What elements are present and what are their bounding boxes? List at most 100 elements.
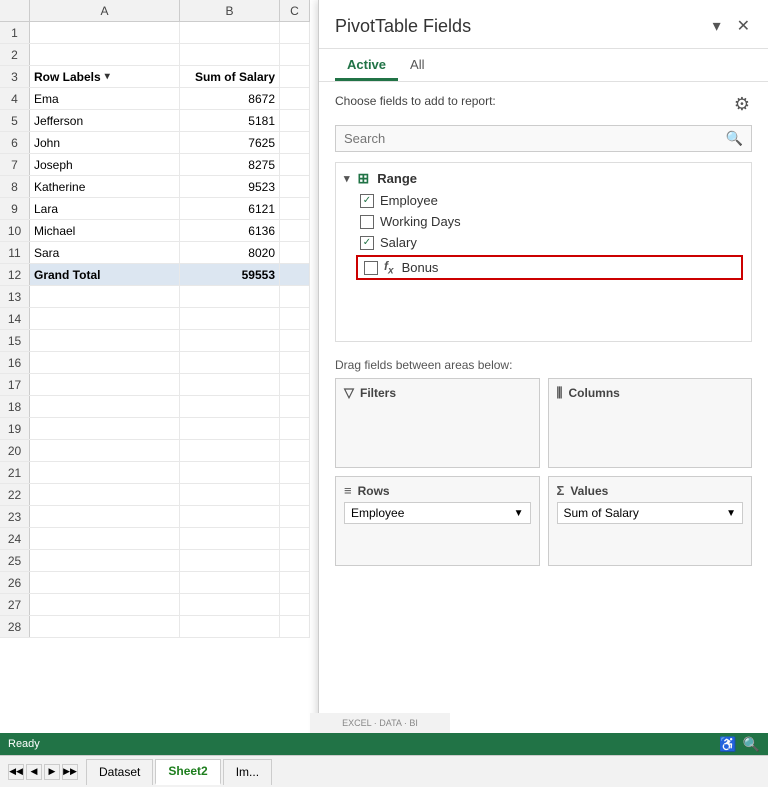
field-label-bonus: Bonus: [402, 260, 439, 275]
cell-a[interactable]: [30, 330, 180, 351]
pivot-settings-button[interactable]: ⚙: [732, 92, 752, 117]
cell-b[interactable]: [180, 308, 280, 329]
cell-b[interactable]: [180, 484, 280, 505]
field-employee[interactable]: ✓ Employee: [336, 190, 751, 211]
cell-c: [280, 594, 310, 615]
cell-b[interactable]: 8020: [180, 242, 280, 263]
cell-b[interactable]: Sum of Salary: [180, 66, 280, 87]
tab-dataset[interactable]: Dataset: [86, 759, 153, 785]
spreadsheet: A B C 123Row Labels ▾Sum of Salary4Ema86…: [0, 0, 310, 787]
cell-b[interactable]: 8275: [180, 154, 280, 175]
drag-grid: ▽ Filters ⫼ Columns ≡ Rows Employee: [335, 378, 752, 566]
cell-b[interactable]: [180, 462, 280, 483]
cell-a[interactable]: [30, 396, 180, 417]
cell-b[interactable]: [180, 594, 280, 615]
cell-b[interactable]: 6121: [180, 198, 280, 219]
checkbox-bonus[interactable]: [364, 261, 378, 275]
status-icons: ♿ 🔍: [719, 736, 760, 753]
table-row: 6John7625: [0, 132, 310, 154]
tab-all[interactable]: All: [398, 49, 436, 81]
cell-b[interactable]: 5181: [180, 110, 280, 131]
cell-a[interactable]: [30, 352, 180, 373]
cell-a[interactable]: Katherine: [30, 176, 180, 197]
cell-a[interactable]: John: [30, 132, 180, 153]
nav-prev[interactable]: ◀: [26, 764, 42, 780]
field-working-days[interactable]: Working Days: [336, 211, 751, 232]
cell-a[interactable]: [30, 594, 180, 615]
pivot-collapse-button[interactable]: ▾: [711, 14, 723, 38]
range-expand-icon[interactable]: ▾: [344, 172, 350, 185]
values-dropdown[interactable]: Sum of Salary ▼: [557, 502, 744, 524]
cell-a[interactable]: [30, 374, 180, 395]
rows-dropdown[interactable]: Employee ▼: [344, 502, 531, 524]
tab-im[interactable]: Im...: [223, 759, 272, 785]
cell-a[interactable]: [30, 528, 180, 549]
cell-b[interactable]: [180, 352, 280, 373]
pivot-field-list[interactable]: ▾ ⊞ Range ✓ Employee Working Days ✓ Sala…: [335, 162, 752, 342]
cell-b[interactable]: [180, 528, 280, 549]
drag-box-rows[interactable]: ≡ Rows Employee ▼: [335, 476, 540, 566]
cell-c: [280, 264, 310, 285]
cell-a[interactable]: Michael: [30, 220, 180, 241]
nav-next[interactable]: ▶: [44, 764, 60, 780]
cell-a[interactable]: Jefferson: [30, 110, 180, 131]
cell-b[interactable]: [180, 572, 280, 593]
cell-a[interactable]: [30, 550, 180, 571]
cell-b[interactable]: [180, 374, 280, 395]
cell-a[interactable]: [30, 484, 180, 505]
checkbox-employee[interactable]: ✓: [360, 194, 374, 208]
cell-b[interactable]: 59553: [180, 264, 280, 285]
cell-b[interactable]: [180, 22, 280, 43]
cell-a[interactable]: [30, 462, 180, 483]
cell-b[interactable]: 7625: [180, 132, 280, 153]
cell-b[interactable]: [180, 396, 280, 417]
table-row: 3Row Labels ▾Sum of Salary: [0, 66, 310, 88]
cell-a[interactable]: Joseph: [30, 154, 180, 175]
cell-a[interactable]: [30, 616, 180, 637]
field-salary[interactable]: ✓ Salary: [336, 232, 751, 253]
tab-sheet2[interactable]: Sheet2: [155, 759, 220, 785]
row-number: 26: [0, 572, 30, 593]
cell-b[interactable]: [180, 506, 280, 527]
cell-a[interactable]: Sara: [30, 242, 180, 263]
cell-a[interactable]: Ema: [30, 88, 180, 109]
cell-a[interactable]: [30, 506, 180, 527]
pivot-search-input[interactable]: [344, 131, 726, 146]
pivot-search-bar[interactable]: 🔍: [335, 125, 752, 152]
cell-b[interactable]: 6136: [180, 220, 280, 241]
cell-b[interactable]: [180, 440, 280, 461]
cell-a[interactable]: [30, 44, 180, 65]
table-row: 20: [0, 440, 310, 462]
cell-a[interactable]: [30, 22, 180, 43]
tab-active[interactable]: Active: [335, 49, 398, 81]
nav-first[interactable]: ◀◀: [8, 764, 24, 780]
drag-box-columns[interactable]: ⫼ Columns: [548, 378, 753, 468]
nav-last[interactable]: ▶▶: [62, 764, 78, 780]
pivot-close-button[interactable]: ✕: [735, 14, 752, 38]
cell-b[interactable]: [180, 550, 280, 571]
row-labels-dropdown[interactable]: ▾: [105, 71, 110, 82]
checkbox-working-days[interactable]: [360, 215, 374, 229]
cell-a[interactable]: [30, 308, 180, 329]
sheet-nav-arrows: ◀◀ ◀ ▶ ▶▶: [8, 764, 78, 780]
drag-box-filters[interactable]: ▽ Filters: [335, 378, 540, 468]
cell-a[interactable]: [30, 440, 180, 461]
row-number: 27: [0, 594, 30, 615]
cell-a[interactable]: Row Labels ▾: [30, 66, 180, 87]
cell-b[interactable]: [180, 418, 280, 439]
cell-a[interactable]: Grand Total: [30, 264, 180, 285]
cell-a[interactable]: Lara: [30, 198, 180, 219]
cell-b[interactable]: [180, 286, 280, 307]
cell-b[interactable]: [180, 330, 280, 351]
cell-b[interactable]: 8672: [180, 88, 280, 109]
field-bonus[interactable]: fx Bonus: [356, 255, 743, 280]
cell-b[interactable]: [180, 616, 280, 637]
checkbox-salary[interactable]: ✓: [360, 236, 374, 250]
cell-a[interactable]: [30, 286, 180, 307]
cell-b[interactable]: [180, 44, 280, 65]
row-number: 23: [0, 506, 30, 527]
cell-a[interactable]: [30, 418, 180, 439]
cell-b[interactable]: 9523: [180, 176, 280, 197]
cell-a[interactable]: [30, 572, 180, 593]
drag-box-values[interactable]: Σ Values Sum of Salary ▼: [548, 476, 753, 566]
